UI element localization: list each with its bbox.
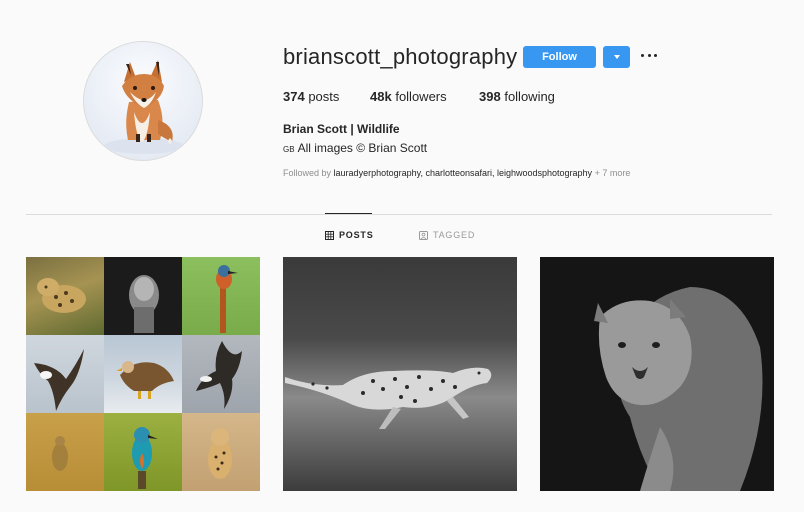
mosaic-leopard-photo	[26, 257, 104, 335]
mosaic-kingfisher-photo	[182, 257, 260, 335]
followed-by[interactable]: Followed by lauradyerphotography, charlo…	[283, 168, 630, 178]
followers-count[interactable]: 48k followers	[370, 89, 447, 104]
grid-icon	[325, 230, 334, 240]
followers-count-value: 48k	[370, 89, 392, 104]
suggestions-dropdown-button[interactable]	[603, 46, 630, 68]
fox-photo	[104, 60, 184, 154]
tab-tagged[interactable]: TAGGED	[419, 230, 475, 240]
mosaic-eagle-ground-photo	[104, 335, 182, 413]
mosaic-kingfisher-blue-photo	[104, 413, 182, 491]
post-thumbnail-lioness[interactable]	[540, 257, 774, 491]
dot	[654, 53, 657, 57]
followed-by-prefix: Followed by	[283, 168, 332, 178]
lioness-bw-photo	[540, 257, 774, 491]
cheetah-running-photo	[283, 257, 517, 491]
dot	[641, 53, 644, 57]
tagged-icon	[419, 230, 428, 240]
profile-avatar[interactable]	[83, 41, 203, 161]
dot	[647, 53, 651, 57]
following-count-value: 398	[479, 89, 501, 104]
mosaic-eagle-flying-photo	[26, 335, 104, 413]
flag-label: GB	[283, 145, 295, 154]
chevron-down-icon	[613, 55, 620, 59]
followed-by-more: + 7 more	[594, 168, 631, 178]
followers-count-label: followers	[395, 89, 447, 104]
mosaic-cheetah-photo	[182, 413, 260, 491]
post-thumbnail-cheetah[interactable]	[283, 257, 517, 491]
posts-count-label: posts	[308, 89, 340, 104]
following-count[interactable]: 398 following	[479, 89, 555, 104]
profile-full-name: Brian Scott | Wildlife	[283, 122, 400, 136]
tab-posts[interactable]: POSTS	[325, 230, 374, 240]
more-options-icon[interactable]	[641, 48, 657, 62]
follow-button[interactable]: Follow	[523, 46, 596, 68]
post-thumbnail-mosaic[interactable]	[26, 257, 260, 491]
tab-tagged-label: TAGGED	[433, 230, 476, 240]
profile-username: brianscott_photography	[283, 44, 518, 69]
profile-bio: GB All images © Brian Scott	[283, 141, 427, 155]
posts-count-value: 374	[283, 89, 305, 104]
followed-by-names: lauradyerphotography, charlotteonsafari,…	[333, 168, 593, 178]
active-tab-indicator	[325, 213, 372, 214]
mosaic-cheetah-field-photo	[26, 413, 104, 491]
following-count-label: following	[504, 89, 555, 104]
section-divider	[26, 214, 772, 215]
tab-posts-label: POSTS	[339, 230, 374, 240]
mosaic-lion-bw-photo	[104, 257, 182, 335]
mosaic-osprey-photo	[182, 335, 260, 413]
posts-count: 374 posts	[283, 89, 339, 104]
bio-text: All images © Brian Scott	[297, 141, 428, 155]
